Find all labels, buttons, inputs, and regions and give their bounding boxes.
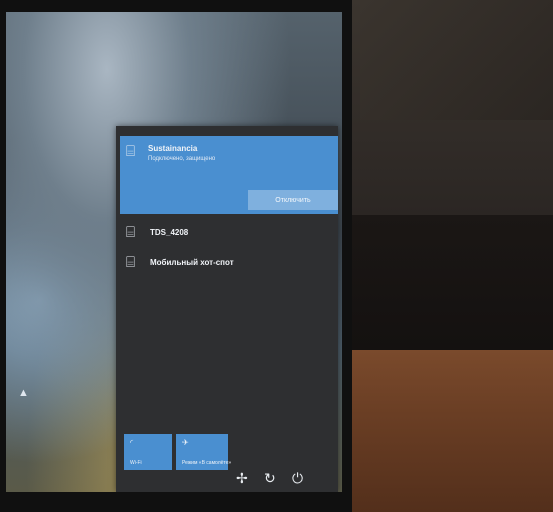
mobile-hotspot-icon: ⌸ [126,254,136,271]
network-item[interactable]: ⌸ TDS_4208 [116,222,338,248]
network-name: Sustainancia [148,144,198,153]
wifi-toggle-tile[interactable]: ◜ Wi-Fi [124,434,172,470]
background-picture-frame [360,0,553,120]
wifi-icon: ◜ [130,438,134,447]
background-shelf [340,215,553,350]
airplane-mode-tile[interactable]: ✈ Режим «В самолёте» [176,434,232,470]
airplane-icon: ✈ [182,438,189,447]
network-flyout: ⌸ Sustainancia Подключено, защищено Откл… [116,126,338,492]
power-icon[interactable]: ⏻ [292,470,303,486]
monitor-bezel: ▲ ⌸ Sustainancia Подключено, защищено От… [0,0,352,512]
network-icon[interactable]: ↻ [264,470,276,486]
ethernet-icon: ⌸ [126,143,136,160]
ethernet-icon: ⌸ [126,224,136,241]
network-item-active[interactable]: ⌸ Sustainancia Подключено, защищено Откл… [120,136,338,214]
network-name: TDS_4208 [150,228,189,237]
mouse-cursor-icon: ▲ [18,387,29,399]
accessibility-icon[interactable]: ✢ [236,470,248,486]
disconnect-button[interactable]: Отключить [248,190,338,210]
network-name: Мобильный хот-спот [150,258,234,267]
network-item[interactable]: ⌸ Мобильный хот-спот [116,252,338,278]
tile-label: Режим «В самолёте» [182,460,232,466]
background-desk [340,350,553,512]
network-status: Подключено, защищено [148,156,216,162]
desktop-screen: ▲ ⌸ Sustainancia Подключено, защищено От… [6,12,342,492]
tile-label: Wi-Fi [130,460,142,466]
